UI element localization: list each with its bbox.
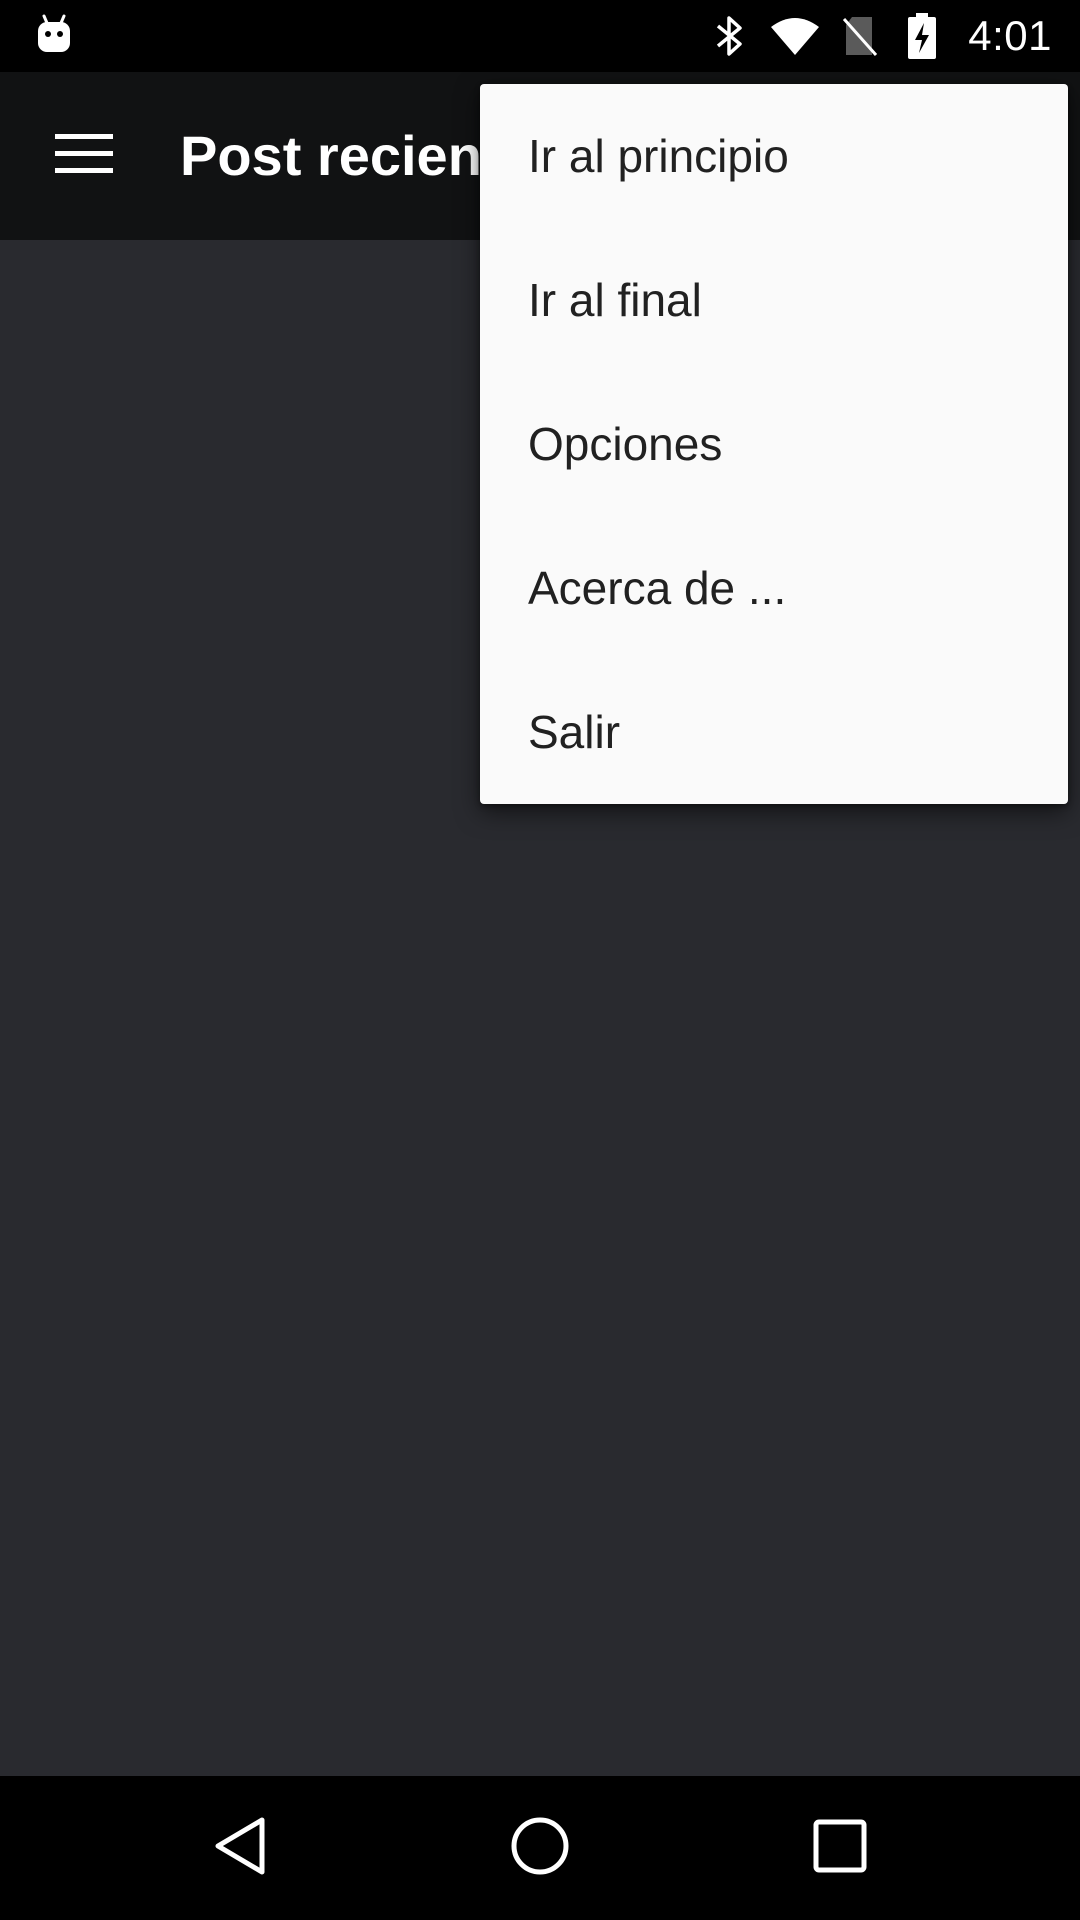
bluetooth-icon bbox=[708, 14, 752, 58]
hamburger-menu-button[interactable] bbox=[36, 112, 132, 200]
status-icons: 4:01 bbox=[708, 0, 1080, 72]
navigation-bar bbox=[0, 1776, 1080, 1920]
home-button[interactable] bbox=[492, 1800, 588, 1896]
back-icon bbox=[210, 1814, 270, 1883]
menu-item-label: Ir al final bbox=[528, 274, 702, 326]
menu-item-label: Salir bbox=[528, 706, 621, 758]
wifi-icon bbox=[770, 14, 820, 58]
recents-button[interactable] bbox=[792, 1800, 888, 1896]
menu-item-label: Opciones bbox=[528, 418, 723, 470]
menu-item-label: Ir al principio bbox=[528, 130, 789, 182]
no-sim-icon bbox=[838, 14, 882, 58]
recents-icon bbox=[810, 1816, 870, 1881]
menu-item-go-to-top[interactable]: Ir al principio bbox=[480, 84, 1068, 228]
menu-item-exit[interactable]: Salir bbox=[480, 660, 1068, 804]
menu-item-about[interactable]: Acerca de ... bbox=[480, 516, 1068, 660]
status-time: 4:01 bbox=[968, 12, 1052, 59]
menu-item-go-to-end[interactable]: Ir al final bbox=[480, 228, 1068, 372]
menu-item-options[interactable]: Opciones bbox=[480, 372, 1068, 516]
hamburger-menu-icon bbox=[55, 133, 113, 179]
status-bar: 4:01 bbox=[0, 0, 1080, 72]
overflow-menu: Ir al principio Ir al final Opciones Ace… bbox=[480, 84, 1068, 804]
android-notification-icon bbox=[36, 14, 72, 54]
battery-charging-icon bbox=[900, 13, 944, 59]
page-title: Post recien bbox=[180, 124, 482, 187]
menu-item-label: Acerca de ... bbox=[528, 562, 787, 614]
screen: 4:01 Post recien Ir al principio Ir al f… bbox=[0, 0, 1080, 1920]
back-button[interactable] bbox=[192, 1800, 288, 1896]
home-icon bbox=[508, 1814, 572, 1883]
